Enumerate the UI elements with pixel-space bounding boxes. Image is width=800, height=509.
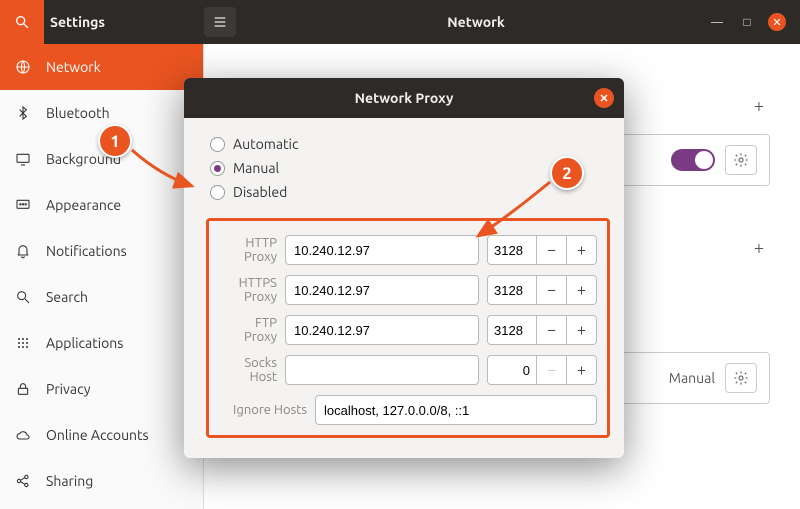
dialog-title-text: Network Proxy xyxy=(355,90,454,106)
socks-proxy-label: Socks Host xyxy=(219,356,277,384)
gear-icon xyxy=(733,370,749,386)
radio-disabled[interactable]: Disabled xyxy=(210,184,610,200)
search-icon xyxy=(14,288,32,306)
radio-dot xyxy=(210,137,225,152)
sidebar-item-label: Privacy xyxy=(46,381,90,397)
radio-automatic[interactable]: Automatic xyxy=(210,136,610,152)
https-proxy-port-input[interactable] xyxy=(487,275,537,305)
hamburger-icon xyxy=(212,14,228,30)
ftp-proxy-port-increment[interactable]: + xyxy=(567,315,597,345)
sidebar-item-notifications[interactable]: Notifications xyxy=(0,228,203,274)
https-proxy-row: HTTPS Proxy − + xyxy=(219,275,597,305)
sidebar-item-online-accounts[interactable]: Online Accounts xyxy=(0,412,203,458)
annotation-marker-1: 1 xyxy=(98,124,132,158)
socks-proxy-port-increment[interactable]: + xyxy=(567,355,597,385)
gear-icon xyxy=(733,152,749,168)
ignore-hosts-row: Ignore Hosts xyxy=(219,395,597,425)
globe-icon xyxy=(14,58,32,76)
minimize-button[interactable]: — xyxy=(708,13,726,31)
http-proxy-row: HTTP Proxy − + xyxy=(219,235,597,265)
ignore-hosts-input[interactable] xyxy=(315,395,597,425)
search-button[interactable] xyxy=(0,0,44,44)
sidebar-item-network[interactable]: Network xyxy=(0,44,203,90)
sidebar-item-label: Sharing xyxy=(46,473,93,489)
add-connection-button[interactable]: + xyxy=(748,95,770,117)
close-icon: ✕ xyxy=(599,92,608,105)
ftp-proxy-row: FTP Proxy − + xyxy=(219,315,597,345)
bell-icon xyxy=(14,242,32,260)
radio-label: Manual xyxy=(233,160,279,176)
bluetooth-icon xyxy=(14,104,32,122)
ftp-proxy-port-decrement[interactable]: − xyxy=(537,315,567,345)
search-icon xyxy=(14,14,30,30)
socks-proxy-port-stepper: − + xyxy=(487,355,597,385)
sidebar-item-label: Online Accounts xyxy=(46,427,149,443)
socks-proxy-host-input[interactable] xyxy=(285,355,479,385)
http-proxy-label: HTTP Proxy xyxy=(219,236,277,264)
https-proxy-port-stepper: − + xyxy=(487,275,597,305)
radio-dot xyxy=(210,161,225,176)
sidebar-item-label: Network xyxy=(46,59,101,75)
ftp-proxy-label: FTP Proxy xyxy=(219,316,277,344)
add-vpn-button[interactable]: + xyxy=(748,237,770,259)
proxy-mode-value: Manual xyxy=(669,370,715,386)
sidebar-item-search[interactable]: Search xyxy=(0,274,203,320)
radio-label: Disabled xyxy=(233,184,287,200)
sidebar-item-label: Notifications xyxy=(46,243,127,259)
lock-icon xyxy=(14,380,32,398)
sidebar-item-label: Appearance xyxy=(46,197,121,213)
sidebar-item-appearance[interactable]: Appearance xyxy=(0,182,203,228)
annotation-marker-2: 2 xyxy=(550,156,584,190)
http-proxy-host-input[interactable] xyxy=(285,235,479,265)
sidebar-item-applications[interactable]: Applications xyxy=(0,320,203,366)
sidebar: Network Bluetooth Background Appearance … xyxy=(0,44,204,509)
cloud-icon xyxy=(14,426,32,444)
connection-settings-button[interactable] xyxy=(725,145,757,175)
sidebar-item-label: Search xyxy=(46,289,88,305)
http-proxy-port-increment[interactable]: + xyxy=(567,235,597,265)
proxy-settings-button[interactable] xyxy=(725,363,757,393)
ftp-proxy-port-stepper: − + xyxy=(487,315,597,345)
appearance-icon xyxy=(14,196,32,214)
page-title: Network xyxy=(244,14,708,30)
sidebar-item-sharing[interactable]: Sharing xyxy=(0,458,203,504)
window-controls: — □ ✕ xyxy=(708,13,800,31)
proxy-fields-highlight-frame: HTTP Proxy − + HTTPS Proxy − + FTP Pro xyxy=(206,218,610,438)
dialog-title: Network Proxy ✕ xyxy=(184,78,624,118)
socks-proxy-port-decrement[interactable]: − xyxy=(537,355,567,385)
connection-toggle[interactable] xyxy=(671,149,715,171)
grid-icon xyxy=(14,334,32,352)
hamburger-button[interactable] xyxy=(204,7,236,37)
https-proxy-port-decrement[interactable]: − xyxy=(537,275,567,305)
radio-dot xyxy=(210,185,225,200)
ignore-hosts-label: Ignore Hosts xyxy=(219,403,307,417)
socks-proxy-port-input[interactable] xyxy=(487,355,537,385)
https-proxy-host-input[interactable] xyxy=(285,275,479,305)
socks-proxy-row: Socks Host − + xyxy=(219,355,597,385)
radio-label: Automatic xyxy=(233,136,298,152)
ftp-proxy-host-input[interactable] xyxy=(285,315,479,345)
share-icon xyxy=(14,472,32,490)
titlebar: Settings Network — □ ✕ xyxy=(0,0,800,44)
sidebar-item-label: Applications xyxy=(46,335,123,351)
ftp-proxy-port-input[interactable] xyxy=(487,315,537,345)
network-proxy-dialog: Network Proxy ✕ Automatic Manual Disable… xyxy=(184,78,624,458)
http-proxy-port-stepper: − + xyxy=(487,235,597,265)
sidebar-item-label: Bluetooth xyxy=(46,105,110,121)
maximize-button[interactable]: □ xyxy=(738,13,756,31)
app-title: Settings xyxy=(44,14,204,30)
background-icon xyxy=(14,150,32,168)
https-proxy-port-increment[interactable]: + xyxy=(567,275,597,305)
dialog-close-button[interactable]: ✕ xyxy=(594,88,614,108)
close-button[interactable]: ✕ xyxy=(768,13,786,31)
sidebar-item-privacy[interactable]: Privacy xyxy=(0,366,203,412)
https-proxy-label: HTTPS Proxy xyxy=(219,276,277,304)
http-proxy-port-input[interactable] xyxy=(487,235,537,265)
http-proxy-port-decrement[interactable]: − xyxy=(537,235,567,265)
